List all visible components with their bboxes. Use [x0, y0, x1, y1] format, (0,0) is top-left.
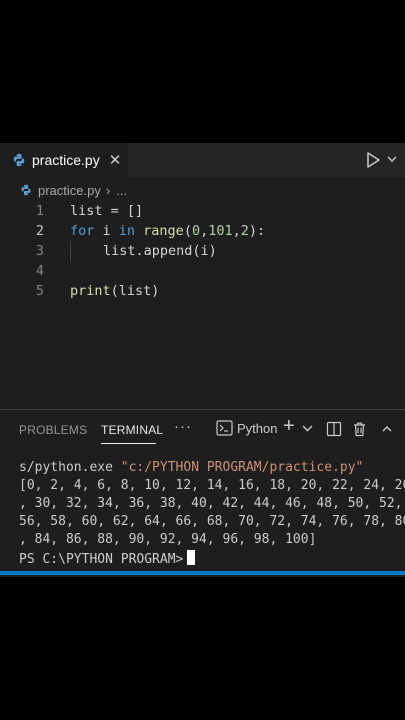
terminal-icon: [216, 420, 233, 436]
punct-token: ):: [248, 223, 266, 239]
line-number: 4: [35, 263, 44, 279]
run-icon[interactable]: [364, 151, 382, 169]
command-file: "c:/PYTHON PROGRAM/practice.py": [120, 460, 364, 475]
terminal-output-line: , 84, 86, 88, 90, 92, 94, 96, 98, 100]: [19, 532, 317, 547]
line-number: 1: [35, 203, 44, 219]
line-number: 3: [35, 243, 44, 259]
breadcrumb-separator: ›: [105, 182, 111, 198]
tab-problems[interactable]: PROBLEMS: [19, 423, 87, 437]
variable-token: i: [94, 223, 119, 239]
keyword-token: in: [118, 223, 136, 239]
more-icon[interactable]: ···: [174, 418, 192, 435]
editor-tab-bar: practice.py ✕: [0, 143, 405, 177]
code-line: 3 list.append(i): [0, 241, 405, 261]
maximize-panel-icon[interactable]: [381, 423, 393, 435]
args-token: (i): [192, 243, 217, 259]
terminal-prompt: PS C:\PYTHON PROGRAM>: [19, 552, 184, 567]
code-line: 5 print(list): [0, 281, 405, 301]
keyword-token: for: [70, 223, 95, 239]
code-line: 2 for i in range(0,101,2):: [0, 221, 405, 241]
terminal-selector[interactable]: Python: [216, 420, 277, 436]
breadcrumb-file[interactable]: practice.py: [38, 183, 101, 198]
terminal-cursor: [187, 550, 196, 565]
terminal-output-line: , 30, 32, 34, 36, 38, 40, 42, 44, 46, 48…: [19, 496, 405, 511]
trash-icon[interactable]: [352, 421, 367, 437]
line-number: 5: [35, 283, 44, 299]
line-number: 2: [35, 223, 44, 239]
number-token: 0: [191, 223, 201, 239]
terminal-name: Python: [237, 420, 278, 436]
code-text: list = []: [70, 203, 144, 219]
code-text: for i in range(0,101,2):: [70, 223, 265, 239]
terminal-command-line: s/python.exe "c:/PYTHON PROGRAM/practice…: [19, 460, 363, 478]
bottom-panel: PROBLEMS TERMINAL ··· Python + s/python.…: [0, 409, 405, 577]
breadcrumb-more[interactable]: ...: [116, 183, 127, 198]
close-icon[interactable]: ✕: [109, 151, 122, 169]
terminal-prompt-line: PS C:\PYTHON PROGRAM>: [19, 550, 196, 568]
split-terminal-icon[interactable]: [326, 421, 342, 437]
number-token: 2: [240, 223, 249, 239]
code-line: 1 list = []: [0, 201, 405, 221]
terminal-output-line: [0, 2, 4, 6, 8, 10, 12, 14, 16, 18, 20, …: [19, 478, 405, 493]
function-token: range: [135, 223, 184, 239]
punct-token: (: [183, 223, 192, 239]
args-token: (list): [110, 283, 160, 299]
terminal-output[interactable]: s/python.exe "c:/PYTHON PROGRAM/practice…: [0, 460, 405, 577]
punct-token: ,: [232, 223, 241, 239]
vscode-window: practice.py ✕ practice.py › ... 1 list =…: [0, 143, 405, 577]
panel-tab-bar: PROBLEMS TERMINAL ··· Python +: [0, 410, 405, 448]
code-editor[interactable]: 1 list = [] 2 for i in range(0,101,2): 3…: [0, 201, 405, 311]
python-file-icon: [13, 153, 25, 167]
python-file-icon: [21, 184, 31, 196]
function-token: list.append: [103, 243, 193, 259]
function-token: print: [70, 283, 111, 299]
add-terminal-icon[interactable]: +: [283, 415, 295, 438]
status-bar: [0, 571, 405, 575]
indent-guide: [70, 241, 71, 261]
number-token: 101: [208, 223, 233, 239]
active-tab-indicator: [101, 443, 156, 444]
code-line: 4: [0, 261, 405, 281]
tab-terminal[interactable]: TERMINAL: [101, 423, 163, 437]
chevron-down-icon[interactable]: [386, 153, 398, 165]
code-text: print(list): [70, 283, 159, 299]
tab-filename: practice.py: [32, 152, 100, 168]
breadcrumb: practice.py › ...: [0, 177, 405, 203]
editor-tab-practice[interactable]: practice.py ✕: [0, 143, 128, 177]
command-prefix: s/python.exe: [19, 460, 121, 475]
code-text: list.append(i): [103, 243, 217, 259]
terminal-output-line: 56, 58, 60, 62, 64, 66, 68, 70, 72, 74, …: [19, 514, 405, 529]
chevron-down-icon[interactable]: [302, 424, 313, 433]
